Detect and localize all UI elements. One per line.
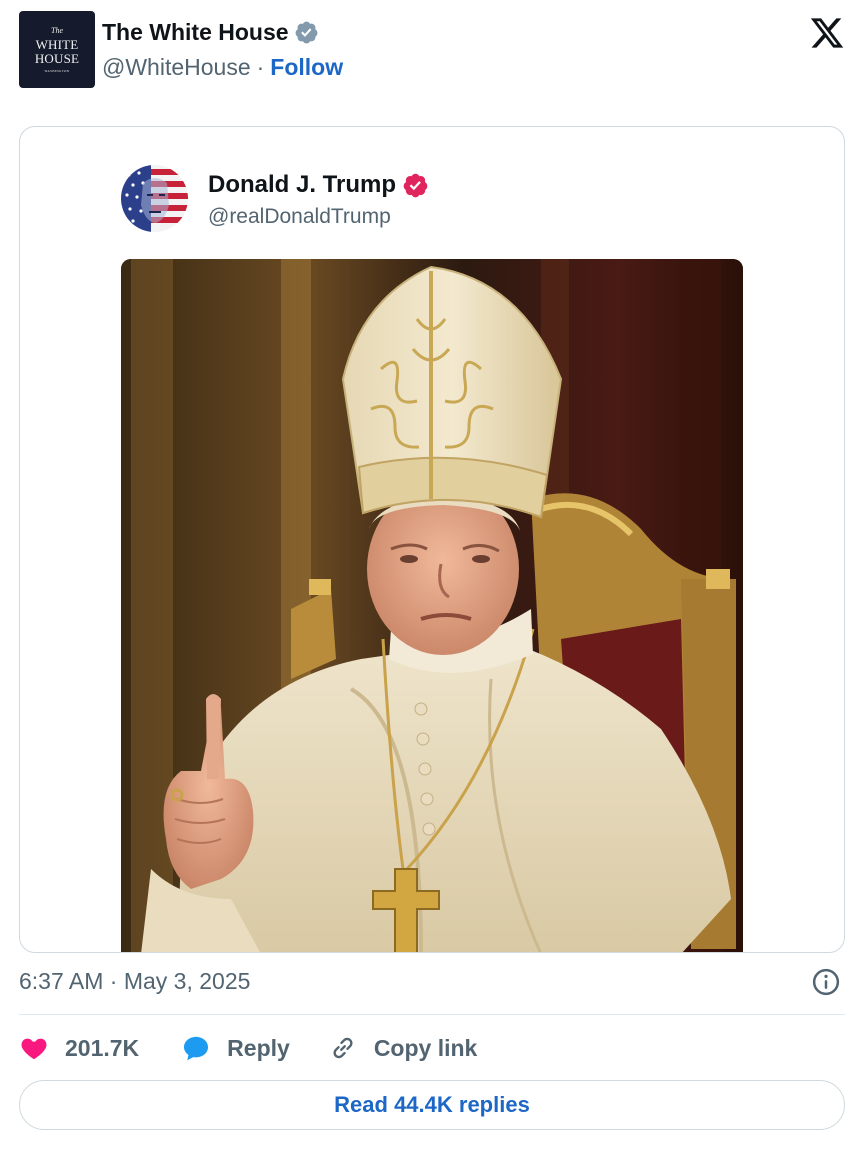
- read-replies-button[interactable]: Read 44.4K replies: [19, 1080, 845, 1130]
- reply-label: Reply: [227, 1034, 290, 1061]
- tweet-header: The WHITE HOUSE WASHINGTON The White Hou…: [19, 11, 849, 89]
- author-handle-row: @WhiteHouse · Follow: [102, 54, 343, 81]
- avatar-text-the: The: [51, 25, 63, 35]
- avatar-text-house: HOUSE: [34, 50, 80, 66]
- white-house-avatar[interactable]: The WHITE HOUSE WASHINGTON: [19, 11, 95, 88]
- avatar-text-washington: WASHINGTON: [44, 68, 70, 73]
- reply-button[interactable]: Reply: [181, 1034, 290, 1062]
- link-icon: [333, 1037, 353, 1059]
- embedded-post-card[interactable]: Donald J. Trump @realDonaldTrump: [19, 126, 845, 953]
- flag-portrait-avatar-icon: [121, 165, 188, 232]
- embedded-author-name-row: Donald J. Trump: [208, 171, 429, 199]
- x-logo-icon[interactable]: [807, 15, 847, 51]
- embedded-author-name[interactable]: Donald J. Trump: [208, 171, 396, 199]
- verified-badge-icon: [295, 21, 317, 44]
- heart-icon: [21, 1038, 47, 1060]
- pope-portrait-image: [121, 259, 743, 952]
- post-image[interactable]: [121, 259, 743, 952]
- action-bar: 201.7K Reply Copy link: [19, 1030, 477, 1066]
- embedded-author-handle[interactable]: @realDonaldTrump: [208, 205, 391, 229]
- author-name-row: The White House: [102, 19, 319, 46]
- post-timestamp[interactable]: 6:37 AM · May 3, 2025: [19, 968, 250, 995]
- avatar-text-white: WHITE: [35, 36, 79, 52]
- separator-dot: ·: [256, 54, 265, 80]
- verified-badge-icon: [403, 173, 428, 197]
- divider: [19, 1014, 845, 1015]
- follow-button[interactable]: Follow: [270, 54, 343, 81]
- like-count: 201.7K: [65, 1034, 140, 1061]
- info-icon[interactable]: [811, 967, 841, 997]
- like-button[interactable]: 201.7K: [19, 1034, 139, 1062]
- embedded-author-avatar[interactable]: [121, 165, 188, 232]
- author-handle[interactable]: @WhiteHouse: [102, 54, 251, 81]
- copy-link-label: Copy link: [373, 1034, 478, 1061]
- copy-link-button[interactable]: Copy link: [328, 1034, 478, 1062]
- author-display-name[interactable]: The White House: [102, 19, 289, 46]
- speech-bubble-icon: [184, 1036, 209, 1061]
